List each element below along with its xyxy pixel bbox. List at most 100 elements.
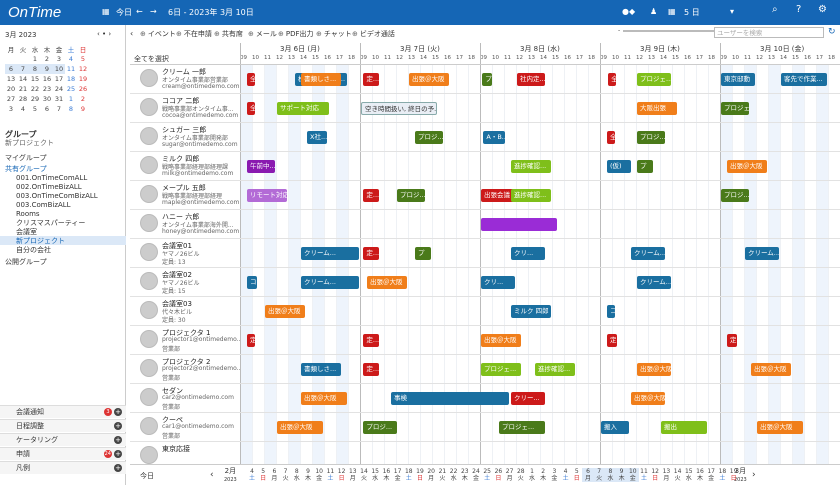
dropdown-icon[interactable]: ▾ [730,7,734,16]
event-block[interactable]: 事検 [391,392,509,405]
timeline-day[interactable]: 2木 [537,468,549,482]
hour-cell[interactable] [828,181,840,209]
leftbar-item[interactable]: 日程調整 + [0,419,126,432]
plus-icon[interactable]: + [114,450,122,458]
hour-cell[interactable] [384,210,396,238]
hour-cell[interactable] [348,384,360,412]
hour-cell[interactable] [588,268,600,296]
hour-cell[interactable] [600,94,612,122]
timeline-day[interactable]: 26 日 [492,468,504,482]
hour-cell[interactable] [372,384,384,412]
hour-cell[interactable] [792,326,804,354]
timeline-day[interactable]: 4土 [560,468,572,482]
hour-cell[interactable] [564,210,576,238]
hour-cell[interactable] [756,94,768,122]
timeline-day[interactable]: 11 土 [324,468,336,482]
timeline-day[interactable]: 27 月 [504,468,516,482]
hour-cell[interactable] [576,384,588,412]
hour-cell[interactable] [384,355,396,383]
hour-cell[interactable] [468,413,480,441]
hour-cell[interactable] [624,94,636,122]
calendar-day[interactable]: 18 [65,74,77,84]
hour-cell[interactable] [360,297,372,325]
hour-cell[interactable] [684,94,696,122]
event-block[interactable]: プロジェ... [721,102,749,115]
hour-cell[interactable] [624,210,636,238]
hour-cell[interactable] [372,152,384,180]
hour-cell[interactable] [252,297,264,325]
hour-cell[interactable] [372,297,384,325]
hour-cell[interactable] [624,326,636,354]
hour-cell[interactable] [684,355,696,383]
group-item[interactable]: 002.OnTimeBizALL [0,182,126,191]
hour-cell[interactable] [384,123,396,151]
timeline-day[interactable]: 9木 [302,468,314,482]
hour-cell[interactable] [828,297,840,325]
hour-cell[interactable] [468,152,480,180]
hour-cell[interactable] [528,94,540,122]
hour-cell[interactable] [624,355,636,383]
event-block[interactable]: 大阪出張 [637,102,677,115]
hour-cell[interactable] [576,152,588,180]
row-grid[interactable] [240,210,840,238]
row-grid[interactable]: 書類しさ... 定... プロジェ... 進捗確認... 出張＠大阪 出張＠大阪 [240,355,840,383]
hour-cell[interactable] [264,268,276,296]
timeline-day[interactable]: 6月 [268,468,280,482]
hour-cell[interactable] [816,413,828,441]
prev-arrow-icon[interactable]: ← [136,7,143,16]
timeline-day[interactable]: 7火 [593,468,606,482]
hour-cell[interactable] [456,94,468,122]
timeline-day[interactable]: 23 木 [459,468,471,482]
hour-cell[interactable] [540,123,552,151]
timeline-day[interactable]: 24 金 [470,468,482,482]
hour-cell[interactable] [384,181,396,209]
event-block[interactable]: 全 [247,102,255,115]
hour-cell[interactable] [768,326,780,354]
hour-cell[interactable] [768,152,780,180]
hour-cell[interactable] [480,94,492,122]
timeline-day[interactable]: 7火 [280,468,292,482]
hour-cell[interactable] [396,210,408,238]
hour-cell[interactable] [660,326,672,354]
group-item[interactable]: Rooms [0,209,126,218]
hour-cell[interactable] [780,384,792,412]
hour-cell[interactable] [456,239,468,267]
hour-cell[interactable] [816,152,828,180]
hour-cell[interactable] [264,355,276,383]
hour-cell[interactable] [828,152,840,180]
calendar-day[interactable]: 25 [65,84,77,94]
hour-cell[interactable] [456,297,468,325]
hour-cell[interactable] [756,123,768,151]
hour-cell[interactable] [264,384,276,412]
hour-cell[interactable] [768,94,780,122]
hour-cell[interactable] [564,268,576,296]
hour-cell[interactable] [600,210,612,238]
event-block[interactable]: クリーム... [301,247,359,260]
hour-cell[interactable] [780,268,792,296]
hour-cell[interactable] [624,123,636,151]
event-block[interactable]: 出張＠大阪 [751,363,791,376]
event-block[interactable]: 定... [363,363,380,376]
hour-cell[interactable] [672,181,684,209]
plus-icon[interactable]: + [114,436,122,444]
group-item[interactable]: 003.OnTimeComBizALL [0,191,126,200]
timeline-day[interactable]: 5日 [257,468,269,482]
people-icon[interactable]: ●◆ [622,7,635,16]
hour-cell[interactable] [576,123,588,151]
hour-cell[interactable] [576,94,588,122]
timeline-day[interactable]: 21 火 [436,468,448,482]
hour-cell[interactable] [828,384,840,412]
hour-cell[interactable] [720,123,732,151]
hour-cell[interactable] [552,239,564,267]
hour-cell[interactable] [672,355,684,383]
hour-cell[interactable] [828,268,840,296]
hour-cell[interactable] [732,123,744,151]
calendar-day[interactable]: 30 [41,94,53,104]
calendar-day[interactable]: 2 [77,94,89,104]
hour-cell[interactable] [384,326,396,354]
hour-cell[interactable] [264,239,276,267]
hour-cell[interactable] [768,65,780,93]
hour-cell[interactable] [828,123,840,151]
hour-cell[interactable] [708,210,720,238]
shared-group[interactable]: 共有グループ [0,164,126,173]
